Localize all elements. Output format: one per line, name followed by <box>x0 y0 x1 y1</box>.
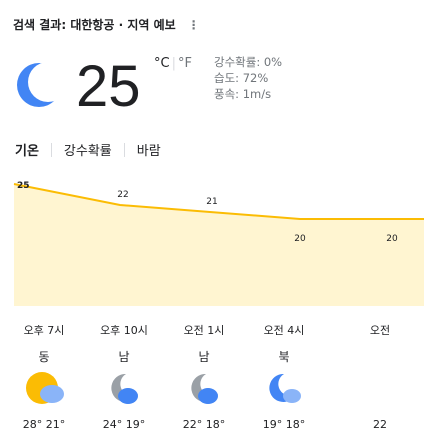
chart-value-label: 20 <box>294 234 306 244</box>
humidity-label: 습도: 72% <box>214 71 269 85</box>
forecast-temps: 22 <box>373 418 387 431</box>
precipitation-label: 강수확률: 0% <box>214 55 283 69</box>
location-text: 검색 결과: 대한항공 · 지역 예보 <box>13 18 176 32</box>
wind-label: 풍속: 1m/s <box>214 87 272 101</box>
celsius-toggle[interactable]: °C <box>154 56 170 71</box>
forecast-temps: 22° 18° <box>182 418 226 431</box>
forecast-temps: 24° 19° <box>102 418 146 431</box>
forecast-column: 오후 10시남 24° 19° <box>84 322 164 431</box>
current-weather: 25 °C | °F 강수확률: 0% 습도: 72% 풍속: 1m/s <box>14 52 414 122</box>
forecast-column: 오전 4시북 19° 18° <box>244 322 324 431</box>
tab-divider <box>50 142 52 157</box>
forecast-column: 오전 1시남 22° 18° <box>164 322 244 431</box>
wind-direction: 남 <box>118 350 130 364</box>
search-header: 검색 결과: 대한항공 · 지역 예보 ⋮ <box>13 16 200 33</box>
forecast-time: 오전 1시 <box>183 324 225 337</box>
forecast-time: 오후 10시 <box>100 324 148 337</box>
wind-direction: 동 <box>38 350 50 364</box>
moon-cloud-icon <box>184 370 224 406</box>
tab-temperature[interactable]: 기온 <box>13 140 41 159</box>
forecast-time: 오전 4시 <box>263 324 305 337</box>
hourly-forecast: 오후 7시동 28° 21° 오후 10시남 24° 19° 오전 1시남 22° 18°… <box>0 322 424 442</box>
fahrenheit-toggle[interactable]: °F <box>178 56 192 71</box>
chart-value-label: 21 <box>206 197 217 207</box>
wind-direction: 북 <box>278 350 290 364</box>
forecast-column: 오전 22 <box>340 322 420 431</box>
blank-icon <box>360 370 400 406</box>
weather-tabs: 기온 강수확률 바람 <box>13 140 163 159</box>
forecast-temps: 19° 18° <box>262 418 306 431</box>
sun-cloud-icon <box>24 370 64 406</box>
forecast-temps: 28° 21° <box>22 418 66 431</box>
wind-direction <box>340 348 420 364</box>
temperature-chart: 25 22 21 20 20 <box>13 181 424 306</box>
crescent-moon-icon <box>17 63 61 107</box>
chart-value-label: 25 <box>17 181 30 191</box>
moon-rain-icon <box>264 370 304 406</box>
forecast-column: 오후 7시동 28° 21° <box>4 322 84 431</box>
weather-details: 강수확률: 0% 습도: 72% 풍속: 1m/s <box>214 54 282 102</box>
tab-divider <box>123 142 125 157</box>
chart-value-label: 22 <box>117 190 128 200</box>
chart-value-label: 20 <box>386 234 398 244</box>
tab-wind[interactable]: 바람 <box>135 140 163 159</box>
tab-precipitation[interactable]: 강수확률 <box>62 140 114 159</box>
more-options-icon[interactable]: ⋮ <box>188 18 200 32</box>
moon-cloud-icon <box>104 370 144 406</box>
current-temperature: 25 <box>76 54 141 119</box>
forecast-time: 오전 <box>369 324 391 337</box>
chart-area <box>14 184 424 306</box>
wind-direction: 남 <box>198 350 210 364</box>
unit-toggle: °C | °F <box>154 56 192 71</box>
forecast-time: 오후 7시 <box>23 324 65 337</box>
